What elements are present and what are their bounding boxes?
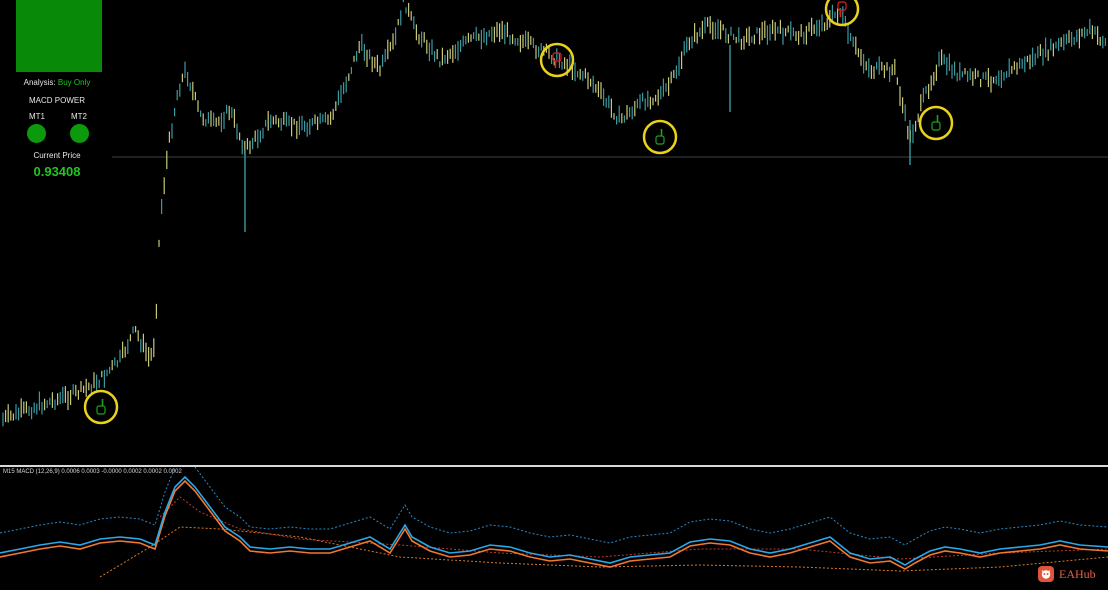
macd-indicator-chart[interactable]	[0, 467, 1108, 590]
hand-pointing-up-icon	[655, 129, 665, 145]
hand-pointing-down-icon	[837, 1, 847, 17]
macd-upper-band	[0, 467, 1108, 546]
mt1-status-dot	[27, 124, 46, 143]
price-chart[interactable]	[0, 0, 1108, 465]
eahub-logo-icon	[1038, 566, 1054, 582]
marker-ring	[824, 0, 860, 27]
buy-signal-marker[interactable]	[918, 105, 954, 141]
price-bars	[2, 0, 1107, 427]
sell-signal-marker[interactable]	[824, 0, 860, 27]
eahub-watermark: EAHub	[1038, 565, 1096, 583]
analysis-status: Analysis: Buy Only	[0, 78, 114, 87]
marker-ring	[642, 119, 678, 155]
ea-info-panel: Analysis: Buy Only MACD POWER MT1 MT2 Cu…	[0, 0, 114, 200]
mt2-label: MT2	[71, 112, 87, 121]
macd-indicator-caption: M15 MACD (12,26,9) 0.0006 0.0003 -0.0000…	[3, 469, 182, 475]
current-price-value: 0.93408	[33, 164, 81, 179]
buy-signal-marker[interactable]	[83, 389, 119, 425]
analysis-value: Buy Only	[57, 78, 91, 87]
analysis-label: Analysis:	[23, 78, 56, 87]
hand-pointing-up-icon	[931, 115, 941, 131]
macd-power-title: MACD POWER	[29, 96, 85, 105]
mt1-label: MT1	[29, 112, 45, 121]
eahub-watermark-text: EAHub	[1059, 566, 1096, 581]
hand-pointing-up-icon	[96, 399, 106, 415]
marker-ring	[83, 389, 119, 425]
buy-signal-marker[interactable]	[642, 119, 678, 155]
current-price-label: Current Price	[33, 151, 81, 160]
mt2-status-dot	[70, 124, 89, 143]
marker-ring	[918, 105, 954, 141]
signal-box	[16, 0, 102, 72]
